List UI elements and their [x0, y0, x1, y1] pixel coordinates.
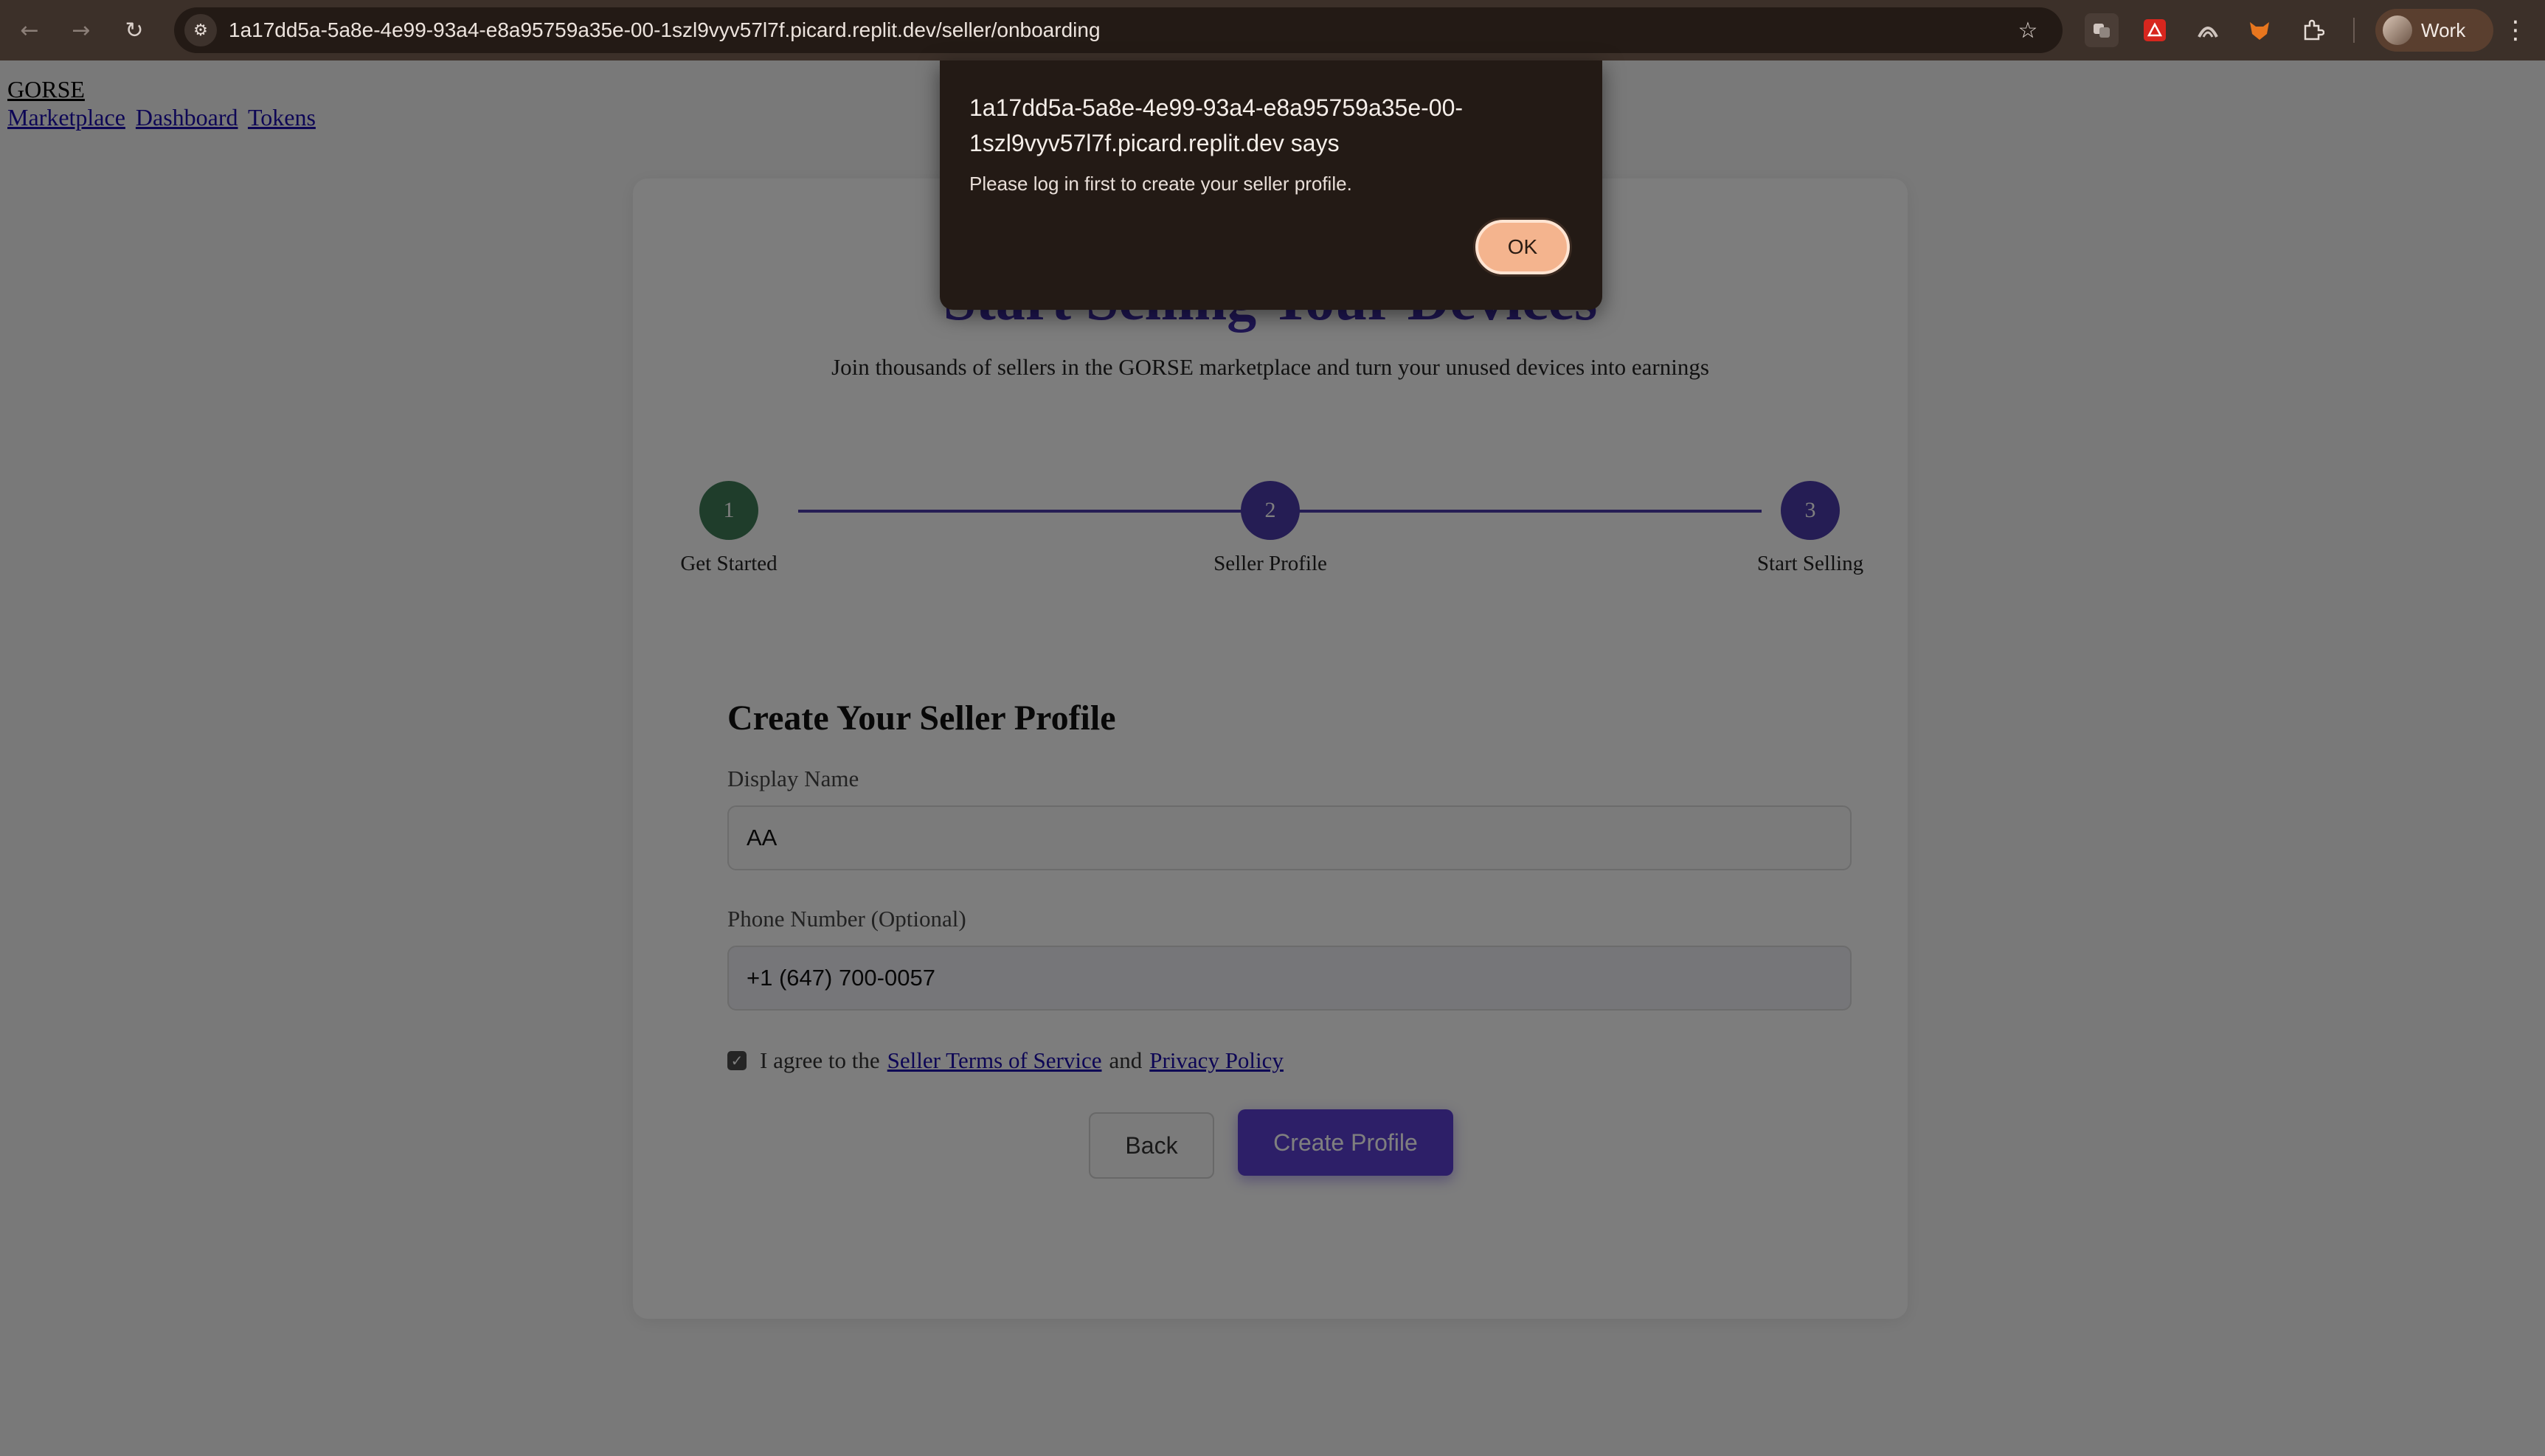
- bookmark-star-icon[interactable]: ☆: [2011, 13, 2045, 47]
- forward-arrow-icon[interactable]: →: [63, 13, 99, 48]
- extension-pdf-icon[interactable]: [2138, 13, 2172, 47]
- browser-toolbar: ← → ↻ ⚙ 1a17dd5a-5a8e-4e99-93a4-e8a95759…: [0, 0, 2545, 60]
- extension-arc-icon[interactable]: [2191, 13, 2225, 47]
- alert-dialog: 1a17dd5a-5a8e-4e99-93a4-e8a95759a35e-00-…: [940, 60, 1602, 310]
- browser-menu-icon[interactable]: ⋮: [2498, 13, 2533, 48]
- avatar: [2383, 15, 2412, 45]
- extension-translate-icon[interactable]: [2085, 13, 2119, 47]
- address-bar[interactable]: ⚙ 1a17dd5a-5a8e-4e99-93a4-e8a95759a35e-0…: [174, 7, 2063, 53]
- profile-button[interactable]: Work: [2375, 9, 2493, 52]
- reload-icon[interactable]: ↻: [117, 13, 152, 48]
- address-bar-url[interactable]: 1a17dd5a-5a8e-4e99-93a4-e8a95759a35e-00-…: [229, 7, 1101, 53]
- profile-label: Work: [2421, 18, 2466, 41]
- dialog-title: 1a17dd5a-5a8e-4e99-93a4-e8a95759a35e-00-…: [969, 94, 1464, 156]
- dialog-ok-button[interactable]: OK: [1475, 220, 1570, 274]
- toolbar-divider: [2353, 18, 2355, 43]
- back-arrow-icon[interactable]: ←: [12, 13, 47, 48]
- dialog-message: Please log in first to create your selle…: [969, 173, 1352, 195]
- extension-fox-icon[interactable]: [2243, 13, 2276, 47]
- site-info-icon[interactable]: ⚙: [184, 14, 217, 46]
- extensions-puzzle-icon[interactable]: [2296, 13, 2330, 47]
